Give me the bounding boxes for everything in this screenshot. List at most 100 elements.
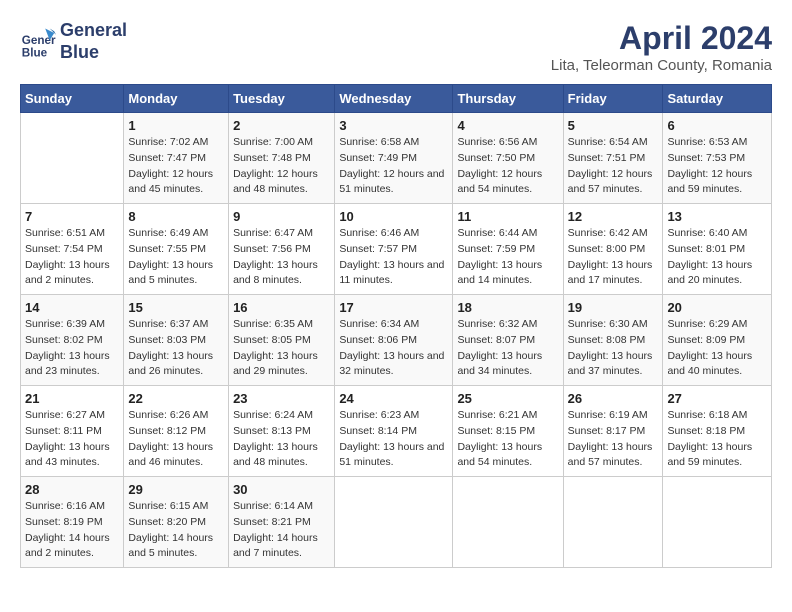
calendar-cell: 16Sunrise: 6:35 AMSunset: 8:05 PMDayligh… — [229, 295, 335, 386]
calendar-cell — [453, 477, 563, 568]
day-info: Sunrise: 6:24 AMSunset: 8:13 PMDaylight:… — [233, 408, 330, 471]
day-number: 8 — [128, 209, 224, 224]
day-number: 30 — [233, 482, 330, 497]
calendar-week-row: 7 Sunrise: 6:51 AMSunset: 7:54 PMDaylight… — [21, 204, 772, 295]
logo: General Blue General Blue — [20, 20, 127, 63]
day-info: Sunrise: 6:46 AMSunset: 7:57 PMDaylight:… — [339, 226, 448, 289]
day-info: Sunrise: 6:30 AMSunset: 8:08 PMDaylight:… — [568, 317, 659, 380]
calendar-cell: 23 Sunrise: 6:24 AMSunset: 8:13 PMDayligh… — [229, 386, 335, 477]
day-number: 17 — [339, 300, 448, 315]
day-info: Sunrise: 6:54 AMSunset: 7:51 PMDaylight:… — [568, 135, 659, 198]
calendar-cell: 9 Sunrise: 6:47 AMSunset: 7:56 PMDaylight… — [229, 204, 335, 295]
calendar-week-row: 28 Sunrise: 6:16 AMSunset: 8:19 PMDayligh… — [21, 477, 772, 568]
day-info: Sunrise: 6:27 AMSunset: 8:11 PMDaylight:… — [25, 408, 119, 471]
day-number: 29 — [128, 482, 224, 497]
calendar-cell: 14Sunrise: 6:39 AMSunset: 8:02 PMDayligh… — [21, 295, 124, 386]
calendar-body: 1 Sunrise: 7:02 AMSunset: 7:47 PMDaylight… — [21, 113, 772, 568]
calendar-cell: 27 Sunrise: 6:18 AMSunset: 8:18 PMDayligh… — [663, 386, 772, 477]
calendar-week-row: 1 Sunrise: 7:02 AMSunset: 7:47 PMDaylight… — [21, 113, 772, 204]
day-number: 2 — [233, 118, 330, 133]
day-info: Sunrise: 6:19 AMSunset: 8:17 PMDaylight:… — [568, 408, 659, 471]
day-number: 20 — [667, 300, 767, 315]
calendar-week-row: 21 Sunrise: 6:27 AMSunset: 8:11 PMDayligh… — [21, 386, 772, 477]
day-number: 10 — [339, 209, 448, 224]
day-info: Sunrise: 6:42 AMSunset: 8:00 PMDaylight:… — [568, 226, 659, 289]
calendar-cell: 20 Sunrise: 6:29 AMSunset: 8:09 PMDayligh… — [663, 295, 772, 386]
day-number: 1 — [128, 118, 224, 133]
calendar-cell: 2Sunrise: 7:00 AMSunset: 7:48 PMDaylight… — [229, 113, 335, 204]
day-info: Sunrise: 6:39 AMSunset: 8:02 PMDaylight:… — [25, 317, 119, 380]
calendar-cell: 26Sunrise: 6:19 AMSunset: 8:17 PMDayligh… — [563, 386, 663, 477]
day-number: 9 — [233, 209, 330, 224]
day-number: 21 — [25, 391, 119, 406]
day-number: 27 — [667, 391, 767, 406]
weekday-header-friday: Friday — [563, 85, 663, 113]
day-info: Sunrise: 6:18 AMSunset: 8:18 PMDaylight:… — [667, 408, 767, 471]
weekday-header-thursday: Thursday — [453, 85, 563, 113]
day-info: Sunrise: 6:34 AMSunset: 8:06 PMDaylight:… — [339, 317, 448, 380]
day-number: 7 — [25, 209, 119, 224]
day-number: 16 — [233, 300, 330, 315]
day-number: 23 — [233, 391, 330, 406]
weekday-header-row: SundayMondayTuesdayWednesdayThursdayFrid… — [21, 85, 772, 113]
day-number: 24 — [339, 391, 448, 406]
main-title: April 2024 — [551, 20, 772, 57]
location-subtitle: Lita, Teleorman County, Romania — [551, 57, 772, 74]
calendar-cell: 22Sunrise: 6:26 AMSunset: 8:12 PMDayligh… — [124, 386, 229, 477]
calendar-cell — [21, 113, 124, 204]
day-number: 15 — [128, 300, 224, 315]
logo-text-line2: Blue — [60, 42, 127, 64]
calendar-cell: 15 Sunrise: 6:37 AMSunset: 8:03 PMDayligh… — [124, 295, 229, 386]
calendar-header: SundayMondayTuesdayWednesdayThursdayFrid… — [21, 85, 772, 113]
day-number: 19 — [568, 300, 659, 315]
day-info: Sunrise: 6:49 AMSunset: 7:55 PMDaylight:… — [128, 226, 224, 289]
svg-text:Blue: Blue — [22, 46, 48, 59]
day-info: Sunrise: 6:29 AMSunset: 8:09 PMDaylight:… — [667, 317, 767, 380]
day-number: 12 — [568, 209, 659, 224]
day-info: Sunrise: 6:53 AMSunset: 7:53 PMDaylight:… — [667, 135, 767, 198]
day-number: 25 — [457, 391, 558, 406]
page-header: General Blue General Blue April 2024 Lit… — [20, 20, 772, 74]
calendar-cell: 12 Sunrise: 6:42 AMSunset: 8:00 PMDayligh… — [563, 204, 663, 295]
calendar-cell: 3 Sunrise: 6:58 AMSunset: 7:49 PMDaylight… — [335, 113, 453, 204]
calendar-cell: 13 Sunrise: 6:40 AMSunset: 8:01 PMDayligh… — [663, 204, 772, 295]
day-info: Sunrise: 7:02 AMSunset: 7:47 PMDaylight:… — [128, 135, 224, 198]
day-info: Sunrise: 6:58 AMSunset: 7:49 PMDaylight:… — [339, 135, 448, 198]
weekday-header-wednesday: Wednesday — [335, 85, 453, 113]
day-info: Sunrise: 6:26 AMSunset: 8:12 PMDaylight:… — [128, 408, 224, 471]
day-number: 3 — [339, 118, 448, 133]
calendar-cell: 7 Sunrise: 6:51 AMSunset: 7:54 PMDaylight… — [21, 204, 124, 295]
day-number: 4 — [457, 118, 558, 133]
calendar-cell — [663, 477, 772, 568]
day-info: Sunrise: 6:56 AMSunset: 7:50 PMDaylight:… — [457, 135, 558, 198]
day-info: Sunrise: 6:14 AMSunset: 8:21 PMDaylight:… — [233, 499, 330, 562]
calendar-table: SundayMondayTuesdayWednesdayThursdayFrid… — [20, 84, 772, 568]
day-info: Sunrise: 6:15 AMSunset: 8:20 PMDaylight:… — [128, 499, 224, 562]
title-block: April 2024 Lita, Teleorman County, Roman… — [551, 20, 772, 74]
day-number: 5 — [568, 118, 659, 133]
calendar-cell: 8 Sunrise: 6:49 AMSunset: 7:55 PMDaylight… — [124, 204, 229, 295]
calendar-cell: 10 Sunrise: 6:46 AMSunset: 7:57 PMDayligh… — [335, 204, 453, 295]
calendar-cell: 17 Sunrise: 6:34 AMSunset: 8:06 PMDayligh… — [335, 295, 453, 386]
day-info: Sunrise: 6:51 AMSunset: 7:54 PMDaylight:… — [25, 226, 119, 289]
calendar-cell — [563, 477, 663, 568]
logo-text-line1: General — [60, 20, 127, 42]
calendar-cell — [335, 477, 453, 568]
weekday-header-monday: Monday — [124, 85, 229, 113]
calendar-cell: 28 Sunrise: 6:16 AMSunset: 8:19 PMDayligh… — [21, 477, 124, 568]
calendar-cell: 29 Sunrise: 6:15 AMSunset: 8:20 PMDayligh… — [124, 477, 229, 568]
day-info: Sunrise: 6:21 AMSunset: 8:15 PMDaylight:… — [457, 408, 558, 471]
day-number: 6 — [667, 118, 767, 133]
calendar-cell: 1 Sunrise: 7:02 AMSunset: 7:47 PMDaylight… — [124, 113, 229, 204]
day-info: Sunrise: 6:37 AMSunset: 8:03 PMDaylight:… — [128, 317, 224, 380]
day-info: Sunrise: 6:23 AMSunset: 8:14 PMDaylight:… — [339, 408, 448, 471]
day-info: Sunrise: 6:16 AMSunset: 8:19 PMDaylight:… — [25, 499, 119, 562]
day-number: 28 — [25, 482, 119, 497]
calendar-cell: 6 Sunrise: 6:53 AMSunset: 7:53 PMDaylight… — [663, 113, 772, 204]
day-info: Sunrise: 6:47 AMSunset: 7:56 PMDaylight:… — [233, 226, 330, 289]
calendar-cell: 24 Sunrise: 6:23 AMSunset: 8:14 PMDayligh… — [335, 386, 453, 477]
weekday-header-sunday: Sunday — [21, 85, 124, 113]
day-info: Sunrise: 6:40 AMSunset: 8:01 PMDaylight:… — [667, 226, 767, 289]
calendar-cell: 18Sunrise: 6:32 AMSunset: 8:07 PMDayligh… — [453, 295, 563, 386]
day-number: 13 — [667, 209, 767, 224]
